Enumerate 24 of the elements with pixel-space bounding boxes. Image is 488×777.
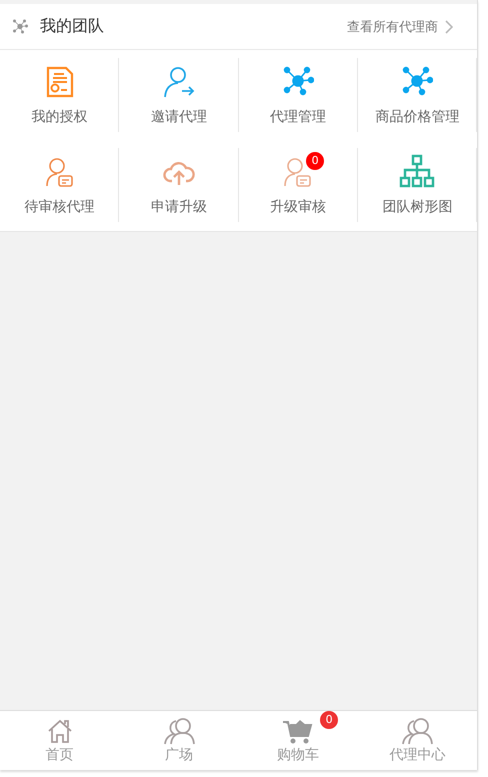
section-title: 我的团队 <box>40 16 105 37</box>
view-all-link[interactable]: 查看所有代理商 <box>347 18 465 36</box>
menu-item[interactable]: 团队树形图 <box>358 140 477 230</box>
users-icon <box>162 717 195 745</box>
count-badge: 0 <box>320 711 338 729</box>
menu-item[interactable]: 待审核代理 <box>0 140 120 230</box>
user-card-icon <box>44 156 76 188</box>
users-icon <box>401 717 434 745</box>
cart-icon <box>282 717 314 745</box>
tree-chart-icon <box>399 154 436 190</box>
add-user-icon <box>162 66 195 98</box>
count-badge: 0 <box>306 152 324 170</box>
menu-item[interactable]: 0 升级审核 <box>238 140 358 230</box>
home-icon <box>46 718 74 744</box>
chevron-right-icon <box>445 20 453 34</box>
network-icon <box>282 66 314 98</box>
menu-item[interactable]: 代理管理 <box>238 50 358 140</box>
menu-item[interactable]: 申请升级 <box>119 140 238 230</box>
network-icon <box>401 66 434 98</box>
network-icon <box>12 18 28 34</box>
tab-item[interactable]: 0 购物车 <box>238 711 358 770</box>
menu-item[interactable]: 我的授权 <box>0 50 120 140</box>
menu-item[interactable]: 商品价格管理 <box>358 50 477 140</box>
menu-item[interactable]: 邀请代理 <box>119 50 238 140</box>
